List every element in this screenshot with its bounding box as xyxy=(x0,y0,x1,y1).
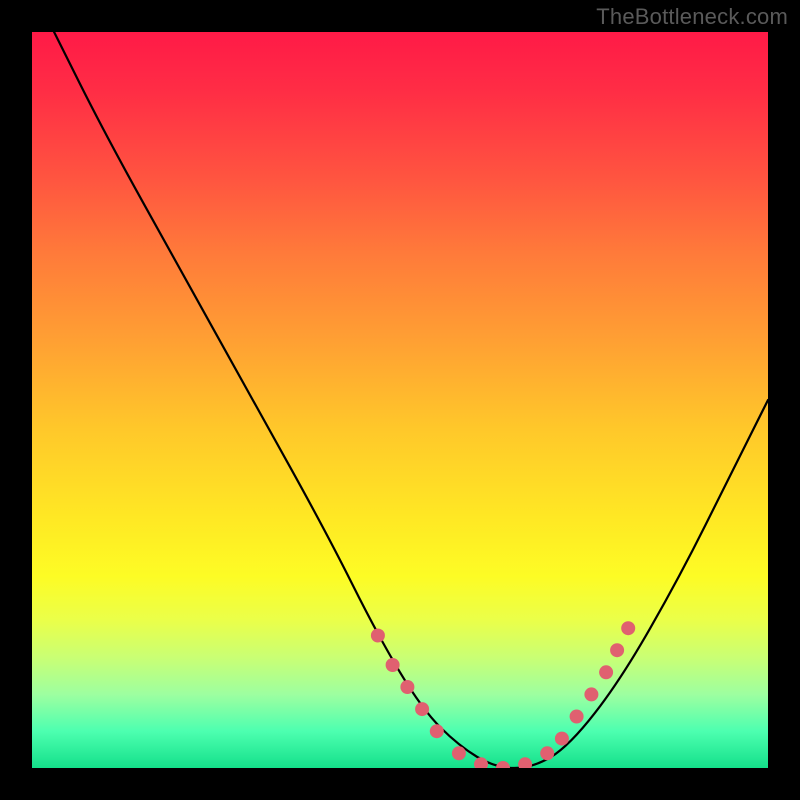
bottleneck-curve xyxy=(54,32,768,768)
highlight-dot xyxy=(400,680,414,694)
highlight-dot xyxy=(621,621,635,635)
highlight-dot xyxy=(584,687,598,701)
highlight-dot xyxy=(570,710,584,724)
chart-frame: TheBottleneck.com xyxy=(0,0,800,800)
highlight-dot xyxy=(496,761,510,768)
highlight-dot xyxy=(599,665,613,679)
highlight-dot xyxy=(518,757,532,768)
highlight-dot xyxy=(452,746,466,760)
highlight-dot xyxy=(610,643,624,657)
highlight-dot xyxy=(386,658,400,672)
highlight-dot xyxy=(371,629,385,643)
highlight-dot xyxy=(555,732,569,746)
plot-area xyxy=(32,32,768,768)
highlight-dot xyxy=(430,724,444,738)
highlight-dot xyxy=(540,746,554,760)
highlight-dot xyxy=(474,757,488,768)
curve-layer xyxy=(32,32,768,768)
highlight-dot xyxy=(415,702,429,716)
highlight-dots xyxy=(371,621,635,768)
watermark-label: TheBottleneck.com xyxy=(596,4,788,30)
